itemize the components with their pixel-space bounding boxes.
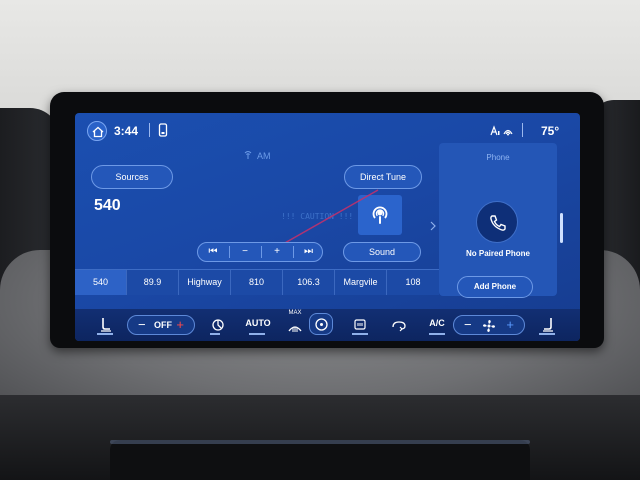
auto-climate-button[interactable]: AUTO: [245, 318, 271, 338]
dashboard-vents: [110, 440, 530, 480]
steering-heat-icon: [315, 318, 328, 331]
infotainment-screen: 3:44 75° AM Sources Direct Tune 540 !!! …: [75, 113, 580, 341]
station-frequency: 540: [94, 197, 121, 214]
status-bar: 3:44 75°: [75, 113, 580, 143]
preset-button[interactable]: 108: [387, 270, 439, 295]
passenger-fan-control: − +: [453, 315, 525, 335]
status-divider: [149, 123, 150, 137]
band-label: AM: [257, 151, 271, 161]
rear-defrost-level: [352, 333, 368, 335]
sources-button[interactable]: Sources: [91, 165, 173, 189]
seat-heat-level: [97, 333, 113, 335]
preset-button[interactable]: 89.9: [127, 270, 179, 295]
fan-speed-value: OFF: [154, 320, 172, 330]
steering-heat-button[interactable]: [309, 313, 333, 335]
seek-back-button[interactable]: ⏮: [198, 243, 228, 261]
home-button[interactable]: [87, 121, 107, 141]
preset-button[interactable]: 540: [75, 270, 127, 295]
fan-level: [210, 333, 220, 335]
defrost-icon[interactable]: [287, 318, 303, 338]
tune-down-button[interactable]: −: [230, 243, 260, 261]
phone-button[interactable]: [476, 201, 518, 243]
passenger-seat-level: [539, 333, 555, 335]
clock: 3:44: [114, 124, 139, 138]
rear-defrost-icon[interactable]: [353, 315, 367, 335]
passenger-seat-heat-icon[interactable]: [541, 315, 555, 335]
preset-button[interactable]: 106.3: [283, 270, 335, 295]
scrollbar[interactable]: [560, 213, 563, 243]
sound-button[interactable]: Sound: [343, 242, 421, 262]
phone-status-text: No Paired Phone: [465, 249, 530, 258]
seat-heat-icon[interactable]: [99, 315, 113, 335]
phone-icon: [490, 215, 506, 231]
fan-increase-button[interactable]: +: [176, 318, 184, 332]
preset-button[interactable]: Margvile: [335, 270, 387, 295]
auto-level: [249, 333, 265, 335]
passenger-increase-button[interactable]: +: [506, 318, 514, 332]
home-icon: [92, 126, 104, 138]
fan-blade-icon: [483, 320, 495, 332]
wireless-charging-icon: [490, 125, 513, 136]
fan-icon[interactable]: [211, 315, 225, 335]
phone-status-icon: [158, 123, 168, 137]
phone-panel: Phone No Paired Phone: [439, 143, 557, 296]
tune-controls: ⏮ − + ⏭: [197, 242, 323, 262]
seek-forward-button[interactable]: ⏭: [294, 243, 323, 261]
add-phone-button[interactable]: Add Phone: [457, 276, 533, 298]
ac-level: [429, 333, 445, 335]
tune-up-button[interactable]: +: [262, 243, 292, 261]
ac-button[interactable]: A/C: [427, 318, 447, 338]
recirculation-icon[interactable]: [391, 315, 407, 335]
direct-tune-button[interactable]: Direct Tune: [344, 165, 422, 189]
phone-panel-title: Phone: [486, 153, 510, 162]
fan-speed-control: − OFF +: [127, 315, 195, 335]
preset-strip: 540 89.9 Highway 810 106.3 Margvile 108: [75, 269, 439, 295]
fan-decrease-button[interactable]: −: [138, 318, 146, 332]
outside-temperature: 75°: [541, 124, 560, 138]
passenger-decrease-button[interactable]: −: [464, 318, 472, 332]
preset-button[interactable]: 810: [231, 270, 283, 295]
climate-bar: − OFF + AUTO MAX A/C − +: [75, 309, 580, 341]
chevron-right-icon[interactable]: [430, 221, 436, 231]
status-divider-2: [522, 123, 523, 137]
preset-button[interactable]: Highway: [179, 270, 231, 295]
radio-signal-icon: [244, 151, 252, 159]
